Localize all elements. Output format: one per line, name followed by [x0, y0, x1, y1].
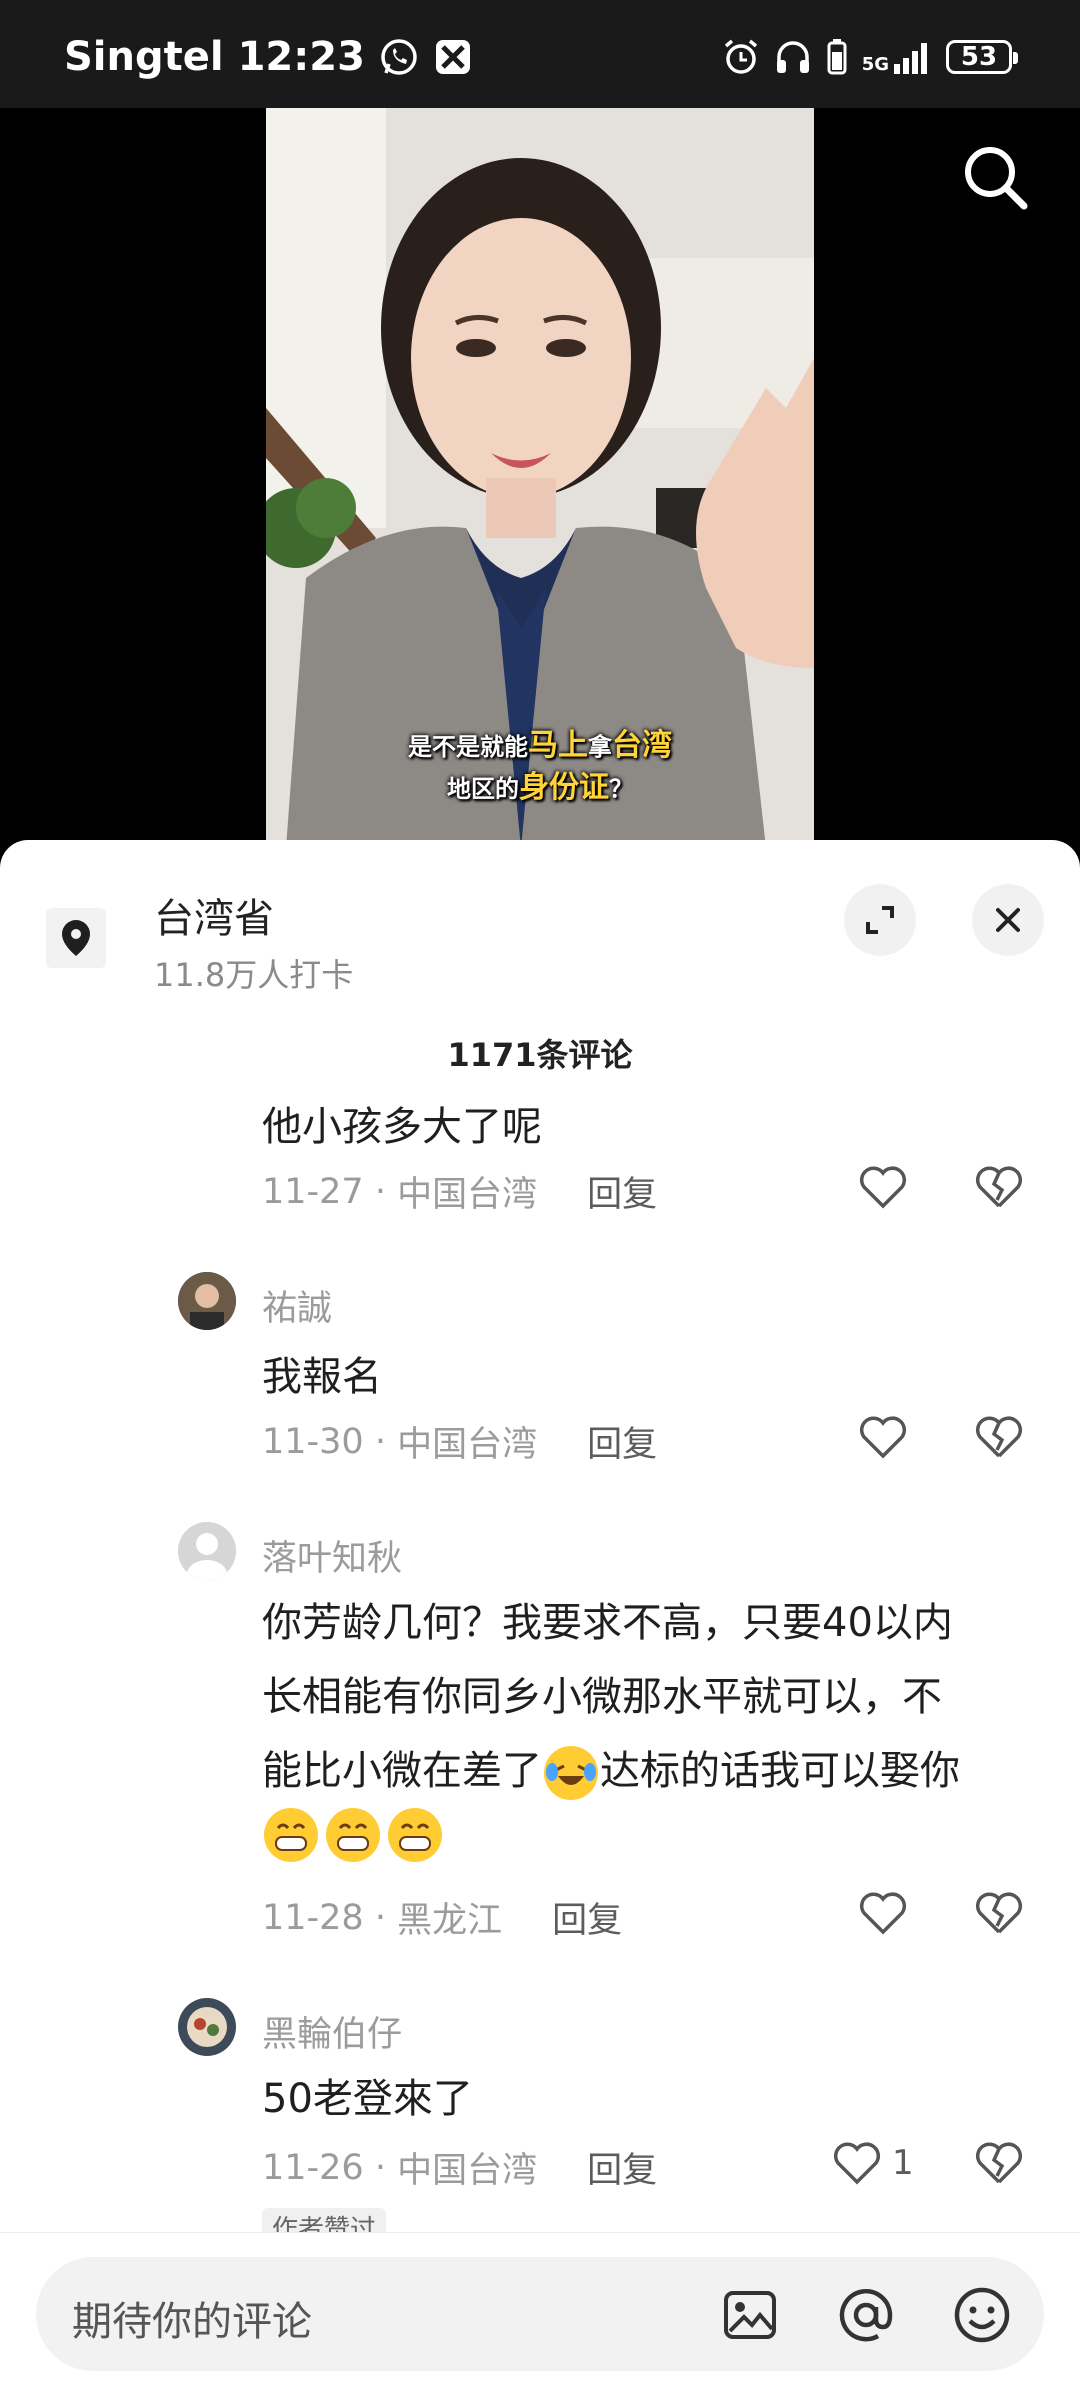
- broken-heart-icon[interactable]: [972, 1410, 1026, 1464]
- location-title[interactable]: 台湾省: [154, 886, 274, 944]
- video-player[interactable]: 是不是就能马上拿台湾 地区的身份证？: [0, 108, 1080, 848]
- avatar[interactable]: [178, 1522, 236, 1580]
- grinning-emoji-icon: [388, 1808, 442, 1862]
- comment-input-bar: 期待你的评论: [0, 2232, 1080, 2398]
- avatar[interactable]: [178, 1272, 236, 1330]
- heart-icon[interactable]: [856, 1160, 910, 1214]
- carrier-label: Singtel: [64, 34, 224, 80]
- comment-meta: 11-30 · 中国台湾 回复: [262, 1416, 657, 1467]
- emoji-row: [262, 1808, 444, 1862]
- reply-button[interactable]: 回复: [587, 1166, 657, 1217]
- video-subtitle-line1: 是不是就能马上拿台湾: [408, 728, 672, 763]
- reply-button[interactable]: 回复: [552, 1892, 622, 1943]
- comment-text: 50老登來了: [262, 2076, 473, 2122]
- comment-meta: 11-26 · 中国台湾 回复: [262, 2142, 657, 2193]
- comment-meta: 11-28 · 黑龙江 回复: [262, 1892, 622, 1943]
- close-icon: [996, 908, 1020, 932]
- comments-count: 1171条评论: [447, 1036, 633, 1074]
- comment-text-line: 能比小微在差了 达标的话我可以娶你: [262, 1734, 960, 1808]
- location-pin-icon[interactable]: [46, 908, 106, 968]
- comment-meta: 11-27 · 中国台湾 回复: [262, 1166, 657, 1217]
- grinning-emoji-icon: [264, 1808, 318, 1862]
- reply-button[interactable]: 回复: [587, 2142, 657, 2193]
- comment-date: 11-28: [262, 1897, 364, 1938]
- comment-region: 中国台湾: [397, 2151, 538, 2191]
- comment-username[interactable]: 黑輪伯仔: [262, 2006, 402, 2057]
- notification-app-icon: [435, 40, 470, 74]
- alarm-icon: [724, 39, 757, 74]
- comment-text: 我報名: [262, 1354, 382, 1400]
- network-type-label: 5G: [861, 54, 889, 75]
- close-button[interactable]: [972, 884, 1044, 956]
- comment-username[interactable]: 祐誠: [262, 1280, 332, 1331]
- status-bar: Singtel 12:23 5G 53: [0, 0, 1080, 108]
- like-button[interactable]: 1: [830, 2136, 930, 2190]
- comment-username[interactable]: 落叶知秋: [262, 1530, 402, 1581]
- signal-icon: [894, 43, 927, 74]
- comment-region: 黑龙江: [397, 1901, 503, 1941]
- expand-icon: [866, 906, 894, 934]
- grinning-emoji-icon: [326, 1808, 380, 1862]
- comment-region: 中国台湾: [397, 1175, 538, 1215]
- battery-indicator: 53: [946, 40, 1018, 74]
- whatsapp-icon: [381, 39, 417, 75]
- comments-sheet: 台湾省 11.8万人打卡 1171条评论 他小孩多大了呢 11-27 · 中国台…: [0, 840, 1080, 2397]
- broken-heart-icon[interactable]: [972, 1886, 1026, 1940]
- emoji-icon[interactable]: [952, 2285, 1012, 2345]
- reply-button[interactable]: 回复: [587, 1416, 657, 1467]
- battery-small-icon: [827, 39, 847, 75]
- heart-icon[interactable]: [856, 1410, 910, 1464]
- location-checkins: 11.8万人打卡: [154, 956, 354, 994]
- comment-text-line: 长相能有你同乡小微那水平就可以，不: [262, 1674, 942, 1720]
- comment-date: 11-26: [262, 2147, 364, 2188]
- heart-icon[interactable]: [856, 1886, 910, 1940]
- comment-text-line: 你芳龄几何？我要求不高，只要40以内: [262, 1600, 953, 1646]
- image-icon[interactable]: [720, 2285, 780, 2345]
- heart-icon: [833, 2142, 881, 2185]
- comment-input-placeholder: 期待你的评论: [72, 2299, 312, 2345]
- video-frame: 是不是就能马上拿台湾 地区的身份证？: [266, 108, 814, 848]
- comment-region: 中国台湾: [397, 1425, 538, 1465]
- comment-input[interactable]: 期待你的评论: [36, 2257, 1044, 2371]
- comment-date: 11-30: [262, 1421, 364, 1462]
- like-count: 1: [892, 2143, 914, 2183]
- time-label: 12:23: [237, 34, 365, 80]
- comment-date: 11-27: [262, 1171, 364, 1212]
- comment-text: 他小孩多大了呢: [262, 1104, 542, 1150]
- video-subtitle-line2: 地区的身份证？: [447, 770, 633, 805]
- broken-heart-icon[interactable]: [972, 2136, 1026, 2190]
- search-icon[interactable]: [960, 142, 1030, 212]
- laughing-tears-emoji-icon: [544, 1746, 598, 1800]
- expand-button[interactable]: [844, 884, 916, 956]
- at-mention-icon[interactable]: [836, 2285, 896, 2345]
- headphones-icon: [776, 41, 809, 73]
- avatar[interactable]: [178, 1998, 236, 2056]
- battery-level: 53: [960, 42, 998, 72]
- broken-heart-icon[interactable]: [972, 1160, 1026, 1214]
